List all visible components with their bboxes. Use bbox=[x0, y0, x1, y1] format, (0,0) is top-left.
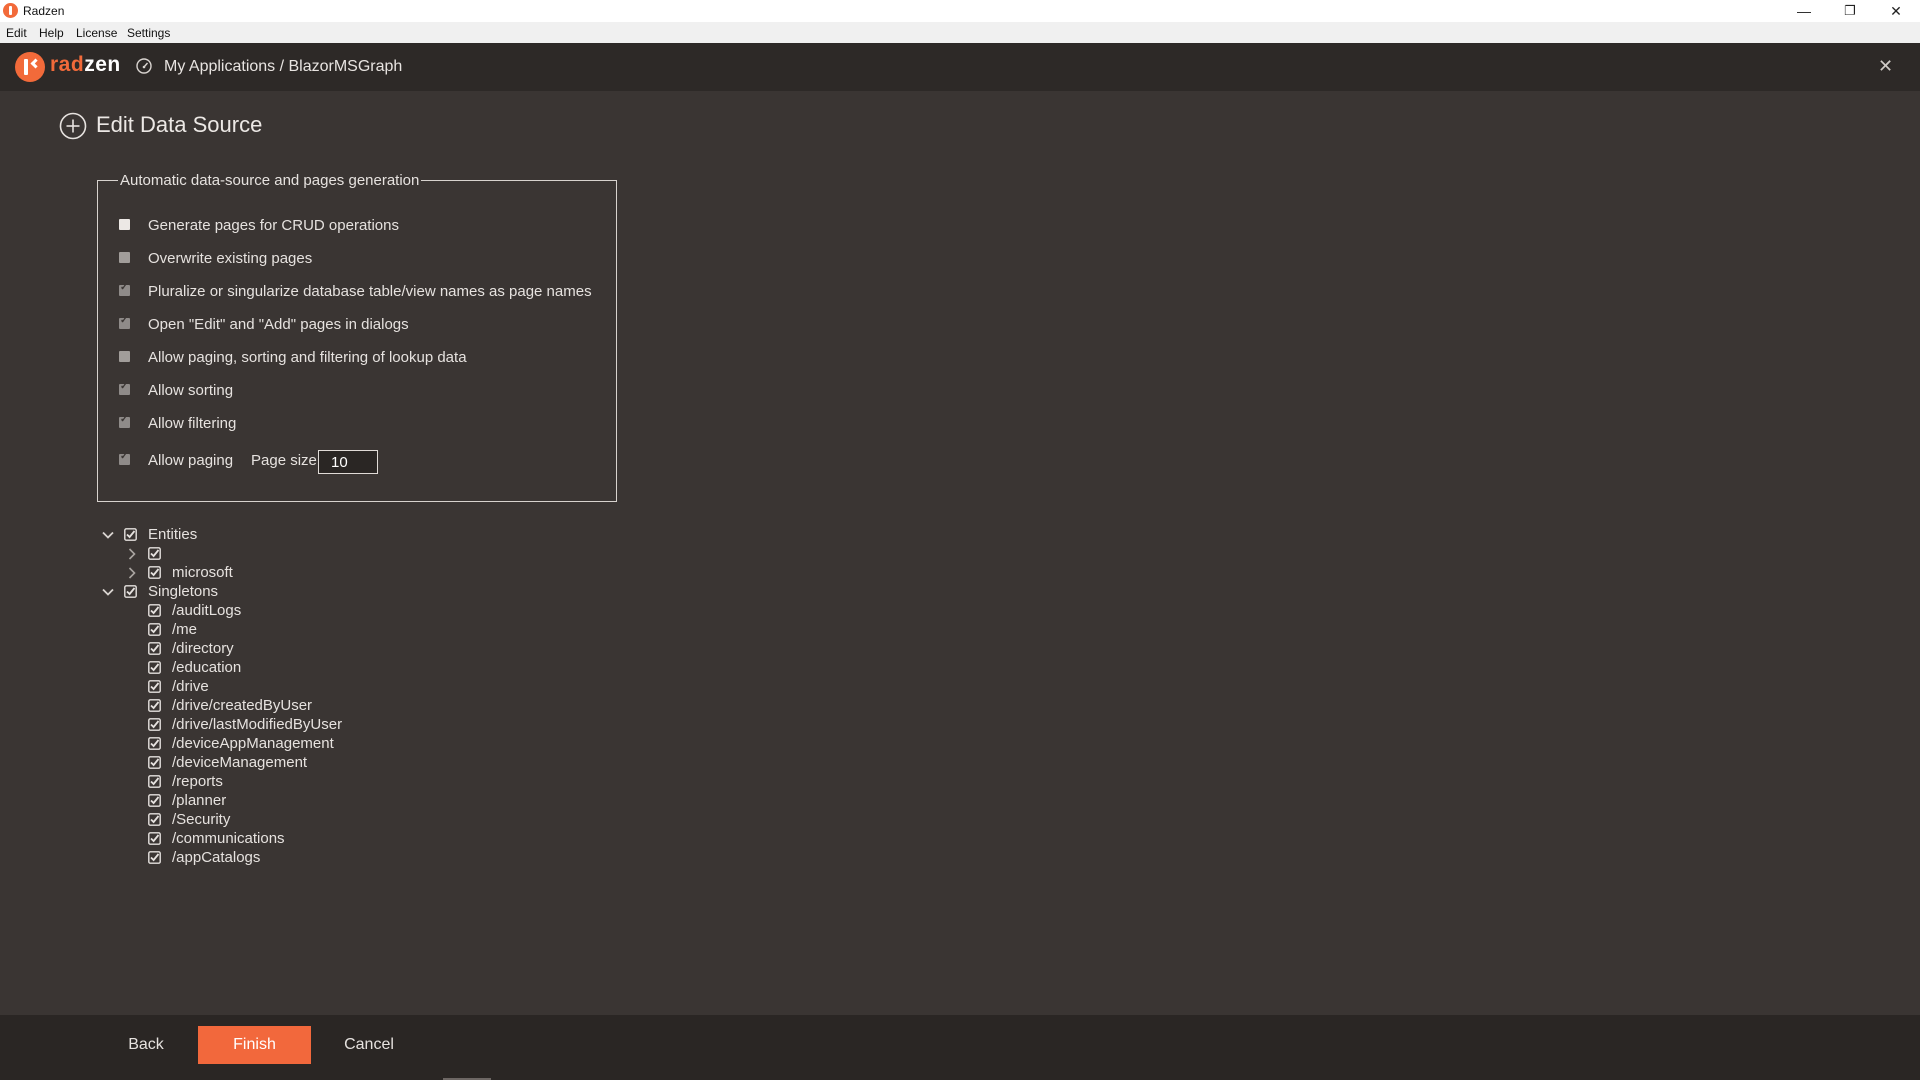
tree-node-singleton[interactable]: /directory bbox=[0, 640, 600, 659]
chevron-down-icon[interactable] bbox=[101, 585, 115, 599]
close-icon[interactable]: ✕ bbox=[1878, 56, 1893, 77]
tree-node-singleton[interactable]: /communications bbox=[0, 830, 600, 849]
checkbox-checked-icon[interactable] bbox=[148, 642, 161, 655]
generation-legend: Automatic data-source and pages generati… bbox=[120, 172, 420, 189]
menu-bar: Edit Help License Settings bbox=[0, 22, 1920, 44]
checkbox-checked-icon[interactable] bbox=[148, 547, 161, 560]
tree-node-singleton[interactable]: /reports bbox=[0, 773, 600, 792]
tree-node-label: /communications bbox=[172, 830, 285, 847]
back-button[interactable]: Back bbox=[115, 1026, 177, 1064]
chevron-right-icon[interactable] bbox=[125, 566, 139, 580]
checkbox-checked-icon[interactable] bbox=[148, 832, 161, 845]
checkbox-checked-icon[interactable] bbox=[148, 756, 161, 769]
dashboard-icon[interactable] bbox=[136, 58, 152, 74]
window-titlebar: Radzen — ❐ ✕ bbox=[0, 0, 1920, 22]
tree-node-singleton[interactable]: /planner bbox=[0, 792, 600, 811]
checkbox-checked-icon[interactable] bbox=[148, 813, 161, 826]
radzen-logo-text[interactable]: radzen bbox=[50, 53, 121, 77]
checkbox[interactable] bbox=[119, 351, 130, 362]
checkbox[interactable] bbox=[119, 252, 130, 263]
tree-node-label: /drive/createdByUser bbox=[172, 697, 313, 714]
close-window-button[interactable]: ✕ bbox=[1873, 0, 1919, 22]
finish-button[interactable]: Finish bbox=[198, 1026, 311, 1064]
breadcrumb[interactable]: My Applications / BlazorMSGraph bbox=[164, 58, 402, 76]
tree-node-singleton[interactable]: /deviceAppManagement bbox=[0, 735, 600, 754]
tree-node-entity[interactable] bbox=[0, 545, 600, 564]
checkbox-checked-icon[interactable] bbox=[148, 661, 161, 674]
tree-node-entity[interactable]: microsoft bbox=[0, 564, 600, 583]
tree-node-singleton[interactable]: /drive bbox=[0, 678, 600, 697]
tree-node-singleton[interactable]: /drive/lastModifiedByUser bbox=[0, 716, 600, 735]
tree-node-label: /deviceManagement bbox=[172, 754, 308, 771]
menu-edit[interactable]: Edit bbox=[6, 26, 27, 40]
tree-node-singleton[interactable]: /education bbox=[0, 659, 600, 678]
tree-node-label: Entities bbox=[148, 526, 198, 543]
menu-license[interactable]: License bbox=[76, 26, 117, 40]
checkbox[interactable] bbox=[119, 381, 130, 395]
menu-settings[interactable]: Settings bbox=[127, 26, 170, 40]
checkbox-checked-icon[interactable] bbox=[148, 680, 161, 693]
page-size-label: Page size bbox=[251, 452, 317, 469]
radzen-app-icon bbox=[3, 3, 18, 18]
checkbox[interactable] bbox=[119, 451, 130, 465]
menu-help[interactable]: Help bbox=[39, 26, 64, 40]
plus-circle-icon bbox=[59, 112, 87, 140]
tree-node-singleton[interactable]: /Security bbox=[0, 811, 600, 830]
minimize-button[interactable]: — bbox=[1781, 0, 1827, 22]
tree-node-label: /drive bbox=[172, 678, 209, 695]
checkbox[interactable] bbox=[119, 315, 130, 329]
tree-node-label: microsoft bbox=[172, 564, 233, 581]
tree-node-label: /planner bbox=[172, 792, 227, 809]
checkbox[interactable] bbox=[119, 282, 130, 296]
page-title: Edit Data Source bbox=[96, 112, 263, 137]
checkbox-checked-icon[interactable] bbox=[124, 585, 137, 598]
tree-node-label: Singletons bbox=[148, 583, 219, 600]
page-size-input[interactable] bbox=[318, 450, 378, 474]
tree-node-singleton[interactable]: /auditLogs bbox=[0, 602, 600, 621]
tree-node-label: /Security bbox=[172, 811, 231, 828]
tree-node-singleton[interactable]: /deviceManagement bbox=[0, 754, 600, 773]
checkbox-checked-icon[interactable] bbox=[148, 775, 161, 788]
checkbox[interactable] bbox=[119, 414, 130, 428]
tree-node-label: /appCatalogs bbox=[172, 849, 261, 866]
footer-bar: Back Finish Cancel bbox=[0, 1015, 1920, 1080]
tree-node-singleton[interactable]: /appCatalogs bbox=[0, 849, 600, 868]
tree-node-label: /directory bbox=[172, 640, 234, 657]
checkbox-checked-icon[interactable] bbox=[148, 737, 161, 750]
tree-node-entities[interactable]: Entities bbox=[0, 526, 600, 545]
chevron-down-icon[interactable] bbox=[101, 528, 115, 542]
tree-node-label: /me bbox=[172, 621, 198, 638]
checkbox-checked-icon[interactable] bbox=[124, 528, 137, 541]
tree-node-label: /education bbox=[172, 659, 242, 676]
tree-node-singleton[interactable]: /me bbox=[0, 621, 600, 640]
radzen-logo-icon[interactable] bbox=[15, 52, 45, 82]
checkbox-checked-icon[interactable] bbox=[148, 566, 161, 579]
cancel-button[interactable]: Cancel bbox=[332, 1026, 406, 1064]
checkbox[interactable] bbox=[119, 219, 130, 230]
tree-node-singletons[interactable]: Singletons bbox=[0, 583, 600, 602]
checkbox-checked-icon[interactable] bbox=[148, 699, 161, 712]
tree-node-label: /deviceAppManagement bbox=[172, 735, 334, 752]
checkbox-checked-icon[interactable] bbox=[148, 604, 161, 617]
tree-node-singleton[interactable]: /drive/createdByUser bbox=[0, 697, 600, 716]
tree-node-label: /drive/lastModifiedByUser bbox=[172, 716, 343, 733]
checkbox-checked-icon[interactable] bbox=[148, 718, 161, 731]
restore-button[interactable]: ❐ bbox=[1827, 0, 1873, 22]
tree-node-label: /auditLogs bbox=[172, 602, 242, 619]
window-title: Radzen bbox=[23, 4, 65, 18]
checkbox-checked-icon[interactable] bbox=[148, 794, 161, 807]
checkbox-checked-icon[interactable] bbox=[148, 623, 161, 636]
app-header: radzen My Applications / BlazorMSGraph ✕ bbox=[0, 43, 1920, 91]
checkbox-checked-icon[interactable] bbox=[148, 851, 161, 864]
chevron-right-icon[interactable] bbox=[125, 547, 139, 561]
tree-node-label: /reports bbox=[172, 773, 223, 790]
